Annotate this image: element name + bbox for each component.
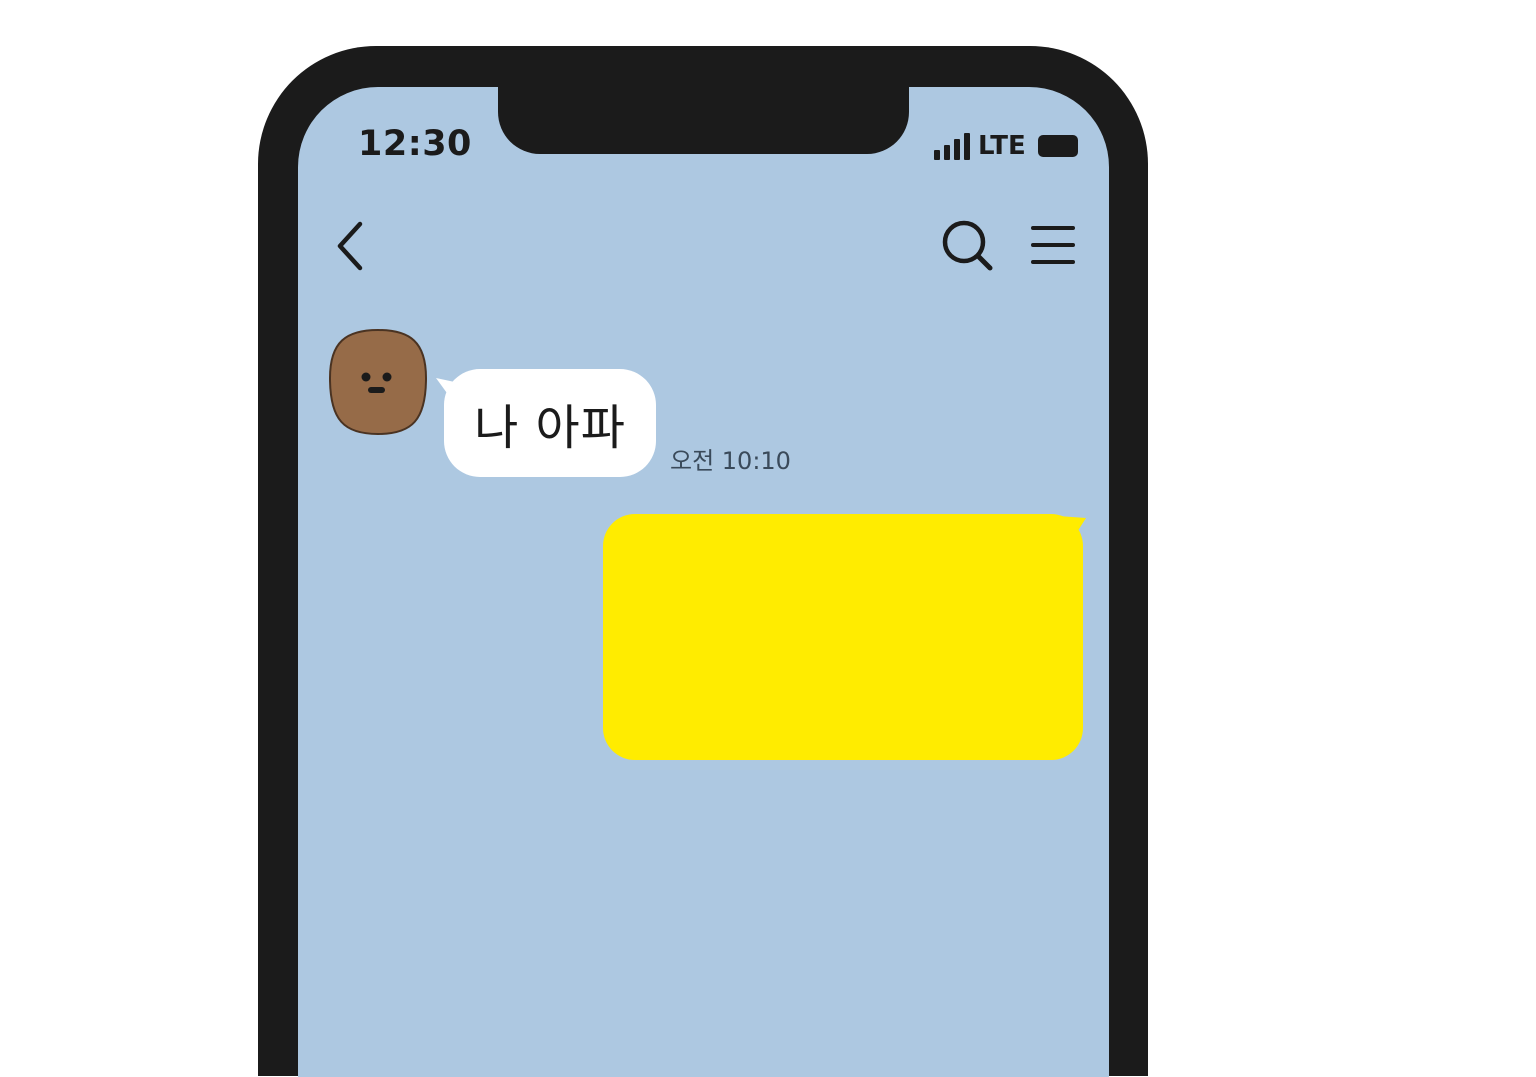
chevron-left-icon[interactable] xyxy=(332,220,372,272)
phone-notch xyxy=(498,87,909,154)
hamburger-menu-icon[interactable] xyxy=(1030,222,1076,268)
incoming-message-text: 나 아파 xyxy=(474,400,626,456)
brown-face-avatar[interactable] xyxy=(328,328,428,436)
network-label: LTE xyxy=(978,131,1026,161)
status-indicators: LTE xyxy=(934,128,1078,160)
incoming-message-bubble[interactable]: 나 아파 xyxy=(444,369,656,477)
search-icon[interactable] xyxy=(940,218,996,274)
message-timestamp: 오전 10:10 xyxy=(670,447,791,475)
outgoing-message-bubble[interactable] xyxy=(603,514,1083,760)
status-time: 12:30 xyxy=(358,124,472,164)
battery-icon xyxy=(1037,135,1078,157)
signal-icon xyxy=(934,132,970,160)
